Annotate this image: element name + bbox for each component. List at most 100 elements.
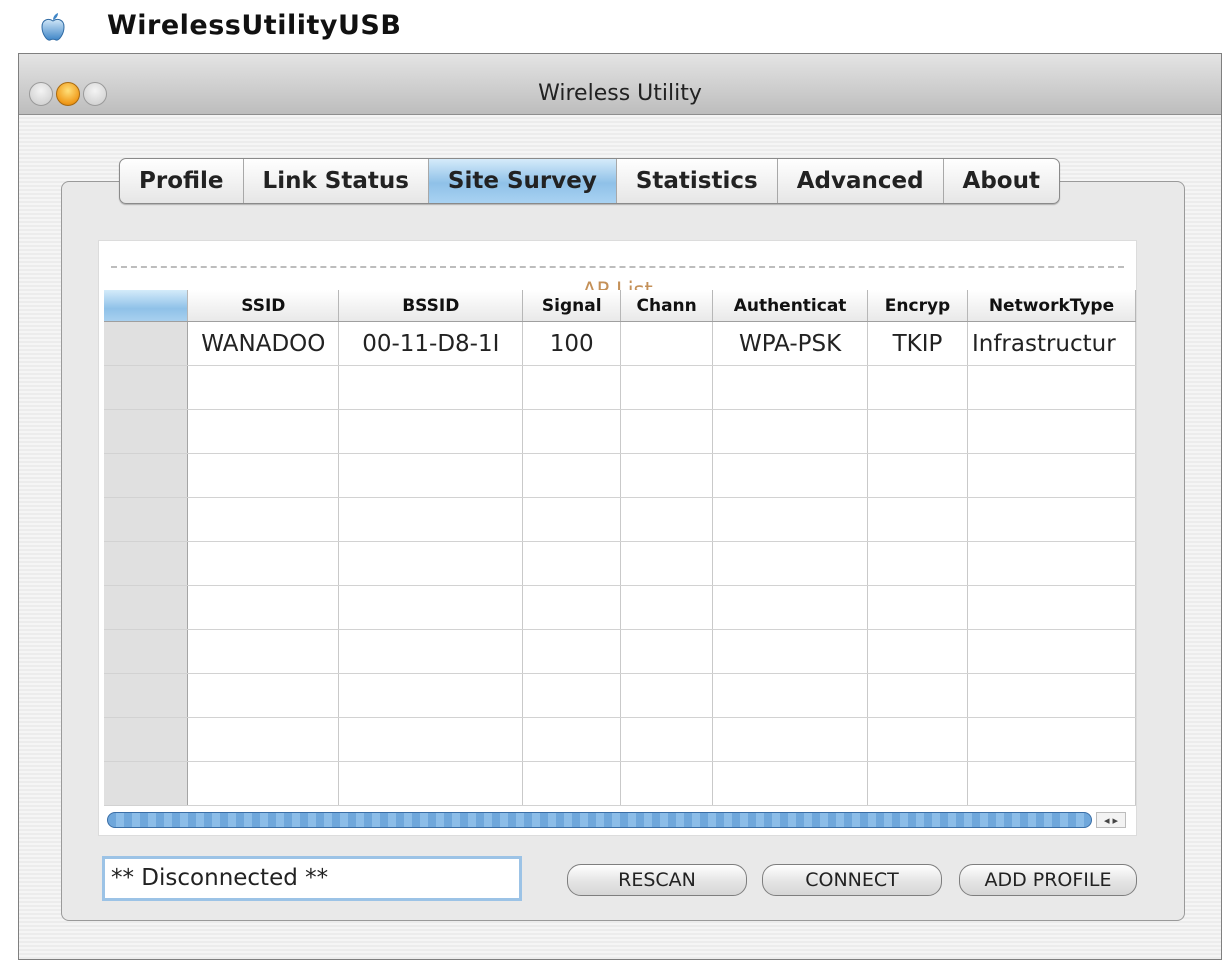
table-cell	[522, 585, 622, 630]
table-cell	[967, 585, 1136, 630]
table-row[interactable]	[104, 453, 1136, 498]
scroll-arrows-icon[interactable]: ◂ ▸	[1096, 812, 1126, 828]
table-cell	[522, 541, 622, 586]
table-row[interactable]	[104, 761, 1136, 806]
row-header[interactable]	[104, 321, 189, 366]
table-cell	[187, 541, 340, 586]
tab-profile[interactable]: Profile	[120, 159, 244, 203]
column-header-network-type[interactable]: NetworkType	[967, 290, 1136, 322]
table-cell	[712, 629, 869, 674]
table-cell	[967, 717, 1136, 762]
table-cell	[967, 453, 1136, 498]
table-row[interactable]	[104, 541, 1136, 586]
column-header-authentication[interactable]: Authenticat	[712, 290, 869, 322]
table-cell	[867, 409, 968, 454]
table-cell	[187, 497, 340, 542]
table-cell	[620, 453, 714, 498]
row-header[interactable]	[104, 409, 189, 454]
table-cell	[867, 629, 968, 674]
table-row[interactable]	[104, 409, 1136, 454]
table-cell	[967, 365, 1136, 410]
row-header[interactable]	[104, 365, 189, 410]
tab-statistics[interactable]: Statistics	[617, 159, 778, 203]
column-header-signal[interactable]: Signal	[522, 290, 622, 322]
table-row[interactable]	[104, 585, 1136, 630]
row-header[interactable]	[104, 541, 189, 586]
table-cell	[522, 673, 622, 718]
table-cell	[187, 365, 340, 410]
ap-list-panel: AP List SSID BSSID Signal Chann Authen	[98, 240, 1137, 836]
row-header[interactable]	[104, 585, 189, 630]
wireless-utility-window: Wireless Utility Profile Link Status Sit…	[18, 53, 1222, 960]
table-cell	[712, 409, 869, 454]
table-cell	[712, 365, 869, 410]
table-cell	[867, 717, 968, 762]
table-cell	[620, 585, 714, 630]
app-name-menu[interactable]: WirelessUtilityUSB	[107, 10, 401, 41]
table-cell	[867, 585, 968, 630]
table-row[interactable]: WANADOO 00-11-D8-1I 100 WPA-PSK TKIP Inf…	[104, 321, 1136, 366]
table-cell	[712, 761, 869, 806]
title-bar[interactable]: Wireless Utility	[19, 54, 1221, 115]
tab-link-status[interactable]: Link Status	[244, 159, 429, 203]
table-cell	[620, 673, 714, 718]
table-row[interactable]	[104, 365, 1136, 410]
cell-channel	[620, 321, 714, 366]
table-cell	[338, 365, 524, 410]
cell-ssid: WANADOO	[187, 321, 340, 366]
column-header-bssid[interactable]: BSSID	[338, 290, 524, 322]
table-cell	[522, 717, 622, 762]
table-cell	[967, 497, 1136, 542]
row-header[interactable]	[104, 717, 189, 762]
connection-status-field: ** Disconnected **	[102, 856, 522, 901]
cell-signal: 100	[522, 321, 622, 366]
row-header[interactable]	[104, 673, 189, 718]
column-header-channel[interactable]: Chann	[620, 290, 714, 322]
table-cell	[522, 629, 622, 674]
cell-encryption: TKIP	[867, 321, 968, 366]
table-cell	[712, 453, 869, 498]
cell-network-type: Infrastructur	[967, 321, 1136, 366]
table-cell	[967, 673, 1136, 718]
row-header-corner[interactable]	[104, 290, 189, 322]
tab-about[interactable]: About	[944, 159, 1059, 203]
table-cell	[338, 453, 524, 498]
table-cell	[522, 453, 622, 498]
table-row[interactable]	[104, 673, 1136, 718]
tab-advanced[interactable]: Advanced	[778, 159, 944, 203]
column-header-encryption[interactable]: Encryp	[867, 290, 968, 322]
table-row[interactable]	[104, 717, 1136, 762]
table-cell	[712, 717, 869, 762]
table-cell	[187, 761, 340, 806]
table-cell	[338, 673, 524, 718]
connect-button[interactable]: CONNECT	[762, 864, 942, 896]
row-header[interactable]	[104, 761, 189, 806]
table-cell	[712, 497, 869, 542]
row-header[interactable]	[104, 497, 189, 542]
table-cell	[338, 497, 524, 542]
rescan-button[interactable]: RESCAN	[567, 864, 747, 896]
tab-bar: Profile Link Status Site Survey Statisti…	[119, 158, 1060, 204]
table-cell	[712, 673, 869, 718]
row-header[interactable]	[104, 629, 189, 674]
table-cell	[522, 365, 622, 410]
tab-site-survey[interactable]: Site Survey	[428, 159, 617, 203]
apple-icon[interactable]	[38, 12, 68, 42]
table-cell	[522, 497, 622, 542]
table-cell	[338, 717, 524, 762]
cell-bssid: 00-11-D8-1I	[338, 321, 524, 366]
table-cell	[338, 629, 524, 674]
add-profile-button[interactable]: ADD PROFILE	[959, 864, 1137, 896]
table-cell	[338, 585, 524, 630]
ap-list-table[interactable]: SSID BSSID Signal Chann Authenticat Encr…	[104, 290, 1136, 810]
table-cell	[712, 585, 869, 630]
horizontal-scrollbar[interactable]	[107, 812, 1092, 828]
row-header[interactable]	[104, 453, 189, 498]
table-row[interactable]	[104, 497, 1136, 542]
table-cell	[522, 761, 622, 806]
table-row[interactable]	[104, 629, 1136, 674]
table-cell	[620, 365, 714, 410]
table-cell	[187, 453, 340, 498]
table-cell	[620, 497, 714, 542]
column-header-ssid[interactable]: SSID	[187, 290, 340, 322]
